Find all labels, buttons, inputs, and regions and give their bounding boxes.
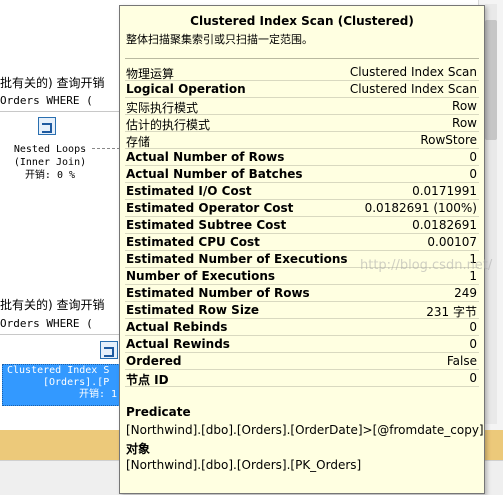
tooltip-property-row: Actual Number of Rows 0 — [120, 149, 484, 166]
tooltip-property-row: 估计的执行模式 Row — [120, 115, 484, 132]
tooltip-property-row: Estimated Subtree Cost 0.0182691 — [120, 217, 484, 234]
property-value: 0 — [469, 167, 477, 181]
selected-op-line3: 开销: 1 — [79, 389, 118, 400]
operator-tooltip: Clustered Index Scan (Clustered) 整体扫描聚集索… — [119, 5, 492, 494]
tooltip-property-row: 物理运算 Clustered Index Scan — [120, 64, 484, 81]
tooltip-property-row: Estimated I/O Cost 0.0171991 — [120, 183, 484, 200]
query1-separator — [0, 111, 122, 112]
plan-connector — [92, 148, 120, 149]
property-value: False — [446, 354, 477, 368]
tooltip-property-row: 节点 ID 0 — [120, 370, 484, 387]
tooltip-divider — [125, 58, 479, 59]
property-value: Row — [452, 116, 477, 130]
query1-header: 批有关的) 查询开销 — [0, 76, 105, 90]
property-value: 0 — [469, 371, 477, 385]
query2-separator — [0, 334, 122, 335]
clustered-index-scan-operator[interactable]: Clustered Index S [Orders].[P 开销: 1 — [2, 364, 122, 406]
property-value: Clustered Index Scan — [349, 82, 477, 96]
property-value: 0.0182691 (100%) — [364, 201, 477, 215]
watermark: http://blog.csdn.net/ — [360, 258, 493, 273]
predicate-label: Predicate — [126, 405, 191, 419]
nested-loops-name: Nested Loops — [13, 144, 87, 155]
tooltip-property-row: Actual Rebinds 0 — [120, 319, 484, 336]
nested-loops-operator[interactable]: Nested Loops (Inner Join) 开销: 0 % — [0, 143, 100, 182]
nested-loops-icon[interactable] — [38, 117, 56, 135]
property-value: 0.0171991 — [412, 184, 477, 198]
tooltip-property-row: Estimated Number of Rows 249 — [120, 285, 484, 302]
tooltip-property-row: Estimated CPU Cost 0.00107 — [120, 234, 484, 251]
tooltip-description: 整体扫描聚集索引或只扫描一定范围。 — [126, 33, 313, 46]
property-label: Estimated CPU Cost — [126, 235, 260, 249]
tooltip-title: Clustered Index Scan (Clustered) — [190, 14, 414, 28]
property-label: Actual Rewinds — [126, 337, 230, 351]
property-label: Estimated Subtree Cost — [126, 218, 287, 232]
selected-op-line2: [Orders].[P — [43, 377, 110, 388]
tooltip-properties: 物理运算 Clustered Index Scan Logical Operatio… — [120, 64, 484, 387]
property-label: Ordered — [126, 354, 182, 368]
property-label: Estimated Number of Executions — [126, 252, 348, 266]
property-value: 0 — [469, 337, 477, 351]
query1-sql: Orders WHERE ( — [0, 94, 93, 107]
tooltip-property-row: 存储 RowStore — [120, 132, 484, 149]
property-value: 0 — [469, 320, 477, 334]
property-label: Estimated Row Size — [126, 303, 260, 317]
object-value: [Northwind].[dbo].[Orders].[PK_Orders] — [126, 458, 362, 472]
property-label: Actual Number of Batches — [126, 167, 303, 181]
property-label: Logical Operation — [126, 82, 246, 96]
row-divider — [125, 386, 479, 387]
tooltip-property-row: Actual Number of Batches 0 — [120, 166, 484, 183]
property-value: Clustered Index Scan — [349, 65, 477, 79]
property-value: Row — [452, 99, 477, 113]
tooltip-property-row: Estimated Operator Cost 0.0182691 (100%) — [120, 200, 484, 217]
property-label: Estimated Number of Rows — [126, 286, 310, 300]
property-label: Estimated I/O Cost — [126, 184, 252, 198]
selected-op-line1: Clustered Index S — [7, 365, 110, 376]
property-value: RowStore — [420, 133, 477, 147]
tooltip-property-row: Estimated Row Size 231 字节 — [120, 302, 484, 319]
tooltip-property-row: Ordered False — [120, 353, 484, 370]
property-label: Number of Executions — [126, 269, 276, 283]
clustered-index-scan-icon[interactable] — [100, 341, 118, 359]
predicate-value: [Northwind].[dbo].[Orders].[OrderDate]>[… — [126, 423, 484, 437]
tooltip-property-row: Actual Rewinds 0 — [120, 336, 484, 353]
query2-sql: Orders WHERE ( — [0, 317, 93, 330]
tooltip-property-row: Logical Operation Clustered Index Scan — [120, 81, 484, 98]
nested-loops-kind: (Inner Join) — [13, 157, 87, 168]
property-value: 0.0182691 — [412, 218, 477, 232]
property-value: 0.00107 — [427, 235, 477, 249]
property-label: Estimated Operator Cost — [126, 201, 294, 215]
scrollbar-thumb[interactable] — [485, 20, 497, 140]
object-label: 对象 — [126, 442, 151, 456]
property-label: Actual Rebinds — [126, 320, 228, 334]
property-value: 249 — [454, 286, 477, 300]
nested-loops-cost: 开销: 0 % — [24, 170, 76, 181]
query2-header: 批有关的) 查询开销 — [0, 298, 105, 312]
tooltip-property-row: 实际执行模式 Row — [120, 98, 484, 115]
property-label: Actual Number of Rows — [126, 150, 285, 164]
property-value: 0 — [469, 150, 477, 164]
